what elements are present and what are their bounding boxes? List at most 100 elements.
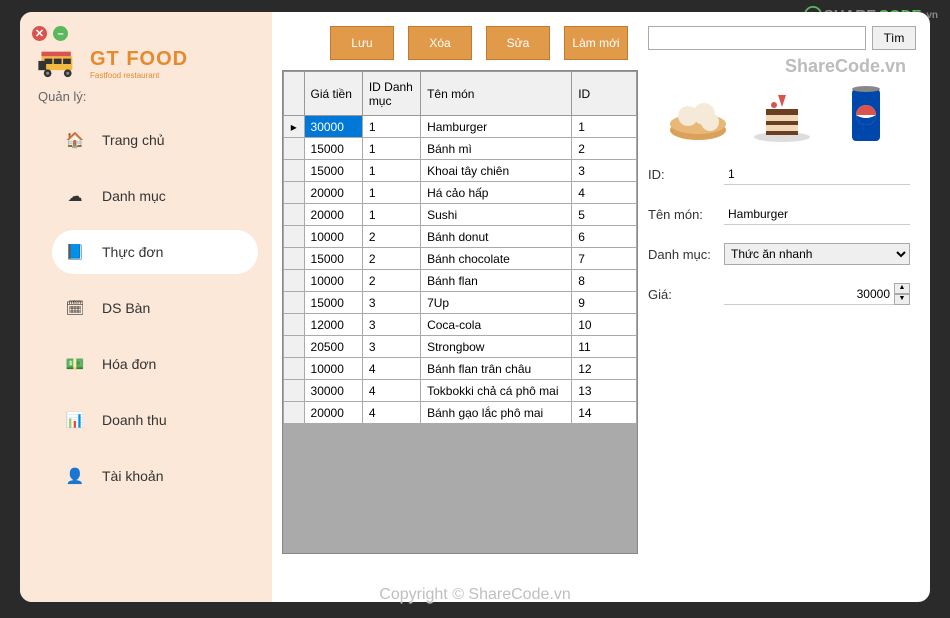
- sidebar-item-2[interactable]: 📘Thực đơn: [52, 230, 258, 274]
- table-row[interactable]: 100002Bánh donut6: [284, 226, 637, 248]
- id-field[interactable]: [724, 163, 910, 185]
- search-button[interactable]: Tìm: [872, 26, 916, 50]
- cell-id[interactable]: 9: [572, 292, 637, 314]
- cell-category[interactable]: 2: [362, 270, 420, 292]
- cell-price[interactable]: 10000: [304, 226, 362, 248]
- cell-name[interactable]: Tokbokki chả cá phô mai: [421, 380, 572, 402]
- row-header: [284, 248, 305, 270]
- id-label: ID:: [648, 167, 716, 182]
- cell-price[interactable]: 12000: [304, 314, 362, 336]
- sidebar-item-5[interactable]: 📊Doanh thu: [52, 398, 258, 442]
- col-header-category[interactable]: ID Danh mục: [362, 72, 420, 116]
- cell-name[interactable]: Bánh flan: [421, 270, 572, 292]
- sidebar-item-6[interactable]: 👤Tài khoản: [52, 454, 258, 498]
- cell-id[interactable]: 7: [572, 248, 637, 270]
- table-row[interactable]: 200004Bánh gạo lắc phô mai14: [284, 402, 637, 424]
- cell-name[interactable]: Bánh gạo lắc phô mai: [421, 402, 572, 424]
- cell-category[interactable]: 4: [362, 358, 420, 380]
- cell-name[interactable]: Bánh donut: [421, 226, 572, 248]
- cell-name[interactable]: Strongbow: [421, 336, 572, 358]
- cell-name[interactable]: Hamburger: [421, 116, 572, 138]
- sidebar-item-3[interactable]: 🗓DS Bàn: [52, 286, 258, 330]
- cell-category[interactable]: 3: [362, 314, 420, 336]
- cell-price[interactable]: 15000: [304, 248, 362, 270]
- cell-name[interactable]: Khoai tây chiên: [421, 160, 572, 182]
- cell-price[interactable]: 15000: [304, 292, 362, 314]
- cell-price[interactable]: 10000: [304, 270, 362, 292]
- cell-id[interactable]: 5: [572, 204, 637, 226]
- cell-name[interactable]: Bánh mì: [421, 138, 572, 160]
- minimize-icon[interactable]: –: [53, 26, 68, 41]
- col-header-id[interactable]: ID: [572, 72, 637, 116]
- cell-id[interactable]: 11: [572, 336, 637, 358]
- cell-category[interactable]: 3: [362, 336, 420, 358]
- cell-category[interactable]: 4: [362, 402, 420, 424]
- cell-id[interactable]: 2: [572, 138, 637, 160]
- cell-id[interactable]: 13: [572, 380, 637, 402]
- cell-price[interactable]: 15000: [304, 138, 362, 160]
- table-row[interactable]: 150001Bánh mì2: [284, 138, 637, 160]
- table-row[interactable]: 150002Bánh chocolate7: [284, 248, 637, 270]
- cell-category[interactable]: 2: [362, 226, 420, 248]
- cell-category[interactable]: 1: [362, 138, 420, 160]
- table-row[interactable]: 100004Bánh flan trân châu12: [284, 358, 637, 380]
- cell-price[interactable]: 20000: [304, 182, 362, 204]
- cell-category[interactable]: 1: [362, 160, 420, 182]
- category-select[interactable]: Thức ăn nhanh: [724, 243, 910, 265]
- table-row[interactable]: 300004Tokbokki chả cá phô mai13: [284, 380, 637, 402]
- delete-button[interactable]: Xóa: [408, 26, 472, 60]
- cell-price[interactable]: 30000: [304, 116, 362, 138]
- cell-name[interactable]: Há cảo hấp: [421, 182, 572, 204]
- cell-id[interactable]: 3: [572, 160, 637, 182]
- cell-id[interactable]: 4: [572, 182, 637, 204]
- spinner-down-icon[interactable]: ▼: [894, 294, 910, 305]
- table-row[interactable]: ▸300001Hamburger1: [284, 116, 637, 138]
- table-row[interactable]: 205003Strongbow11: [284, 336, 637, 358]
- table-row[interactable]: 150001Khoai tây chiên3: [284, 160, 637, 182]
- cell-name[interactable]: Bánh chocolate: [421, 248, 572, 270]
- cell-name[interactable]: Sushi: [421, 204, 572, 226]
- table-row[interactable]: 200001Há cảo hấp4: [284, 182, 637, 204]
- cell-name[interactable]: Coca-cola: [421, 314, 572, 336]
- close-icon[interactable]: ✕: [32, 26, 47, 41]
- col-header-name[interactable]: Tên món: [421, 72, 572, 116]
- row-header: [284, 160, 305, 182]
- cell-category[interactable]: 1: [362, 204, 420, 226]
- spinner-up-icon[interactable]: ▲: [894, 283, 910, 294]
- cell-price[interactable]: 20000: [304, 204, 362, 226]
- cell-name[interactable]: 7Up: [421, 292, 572, 314]
- cell-id[interactable]: 14: [572, 402, 637, 424]
- cell-price[interactable]: 20500: [304, 336, 362, 358]
- sidebar-item-label: Trang chủ: [102, 132, 165, 148]
- cell-category[interactable]: 2: [362, 248, 420, 270]
- table-row[interactable]: 100002Bánh flan8: [284, 270, 637, 292]
- table-row[interactable]: 1500037Up9: [284, 292, 637, 314]
- edit-button[interactable]: Sửa: [486, 26, 550, 60]
- col-header-price[interactable]: Giá tiền: [304, 72, 362, 116]
- cell-category[interactable]: 4: [362, 380, 420, 402]
- sidebar-item-0[interactable]: 🏠Trang chủ: [52, 118, 258, 162]
- cell-category[interactable]: 1: [362, 116, 420, 138]
- cell-category[interactable]: 1: [362, 182, 420, 204]
- name-field[interactable]: [724, 203, 910, 225]
- price-field[interactable]: [724, 283, 894, 305]
- cell-name[interactable]: Bánh flan trân châu: [421, 358, 572, 380]
- sidebar-item-1[interactable]: ☁Danh mục: [52, 174, 258, 218]
- cell-price[interactable]: 30000: [304, 380, 362, 402]
- cell-id[interactable]: 6: [572, 226, 637, 248]
- table-row[interactable]: 120003Coca-cola10: [284, 314, 637, 336]
- refresh-button[interactable]: Làm mới: [564, 26, 628, 60]
- data-grid[interactable]: Giá tiền ID Danh mục Tên món ID ▸300001H…: [282, 70, 638, 554]
- cell-price[interactable]: 15000: [304, 160, 362, 182]
- cell-id[interactable]: 12: [572, 358, 637, 380]
- cell-category[interactable]: 3: [362, 292, 420, 314]
- save-button[interactable]: Lưu: [330, 26, 394, 60]
- cell-id[interactable]: 10: [572, 314, 637, 336]
- search-input[interactable]: [648, 26, 866, 50]
- table-row[interactable]: 200001Sushi5: [284, 204, 637, 226]
- sidebar-item-4[interactable]: 💵Hóa đơn: [52, 342, 258, 386]
- cell-id[interactable]: 1: [572, 116, 637, 138]
- cell-price[interactable]: 20000: [304, 402, 362, 424]
- cell-price[interactable]: 10000: [304, 358, 362, 380]
- cell-id[interactable]: 8: [572, 270, 637, 292]
